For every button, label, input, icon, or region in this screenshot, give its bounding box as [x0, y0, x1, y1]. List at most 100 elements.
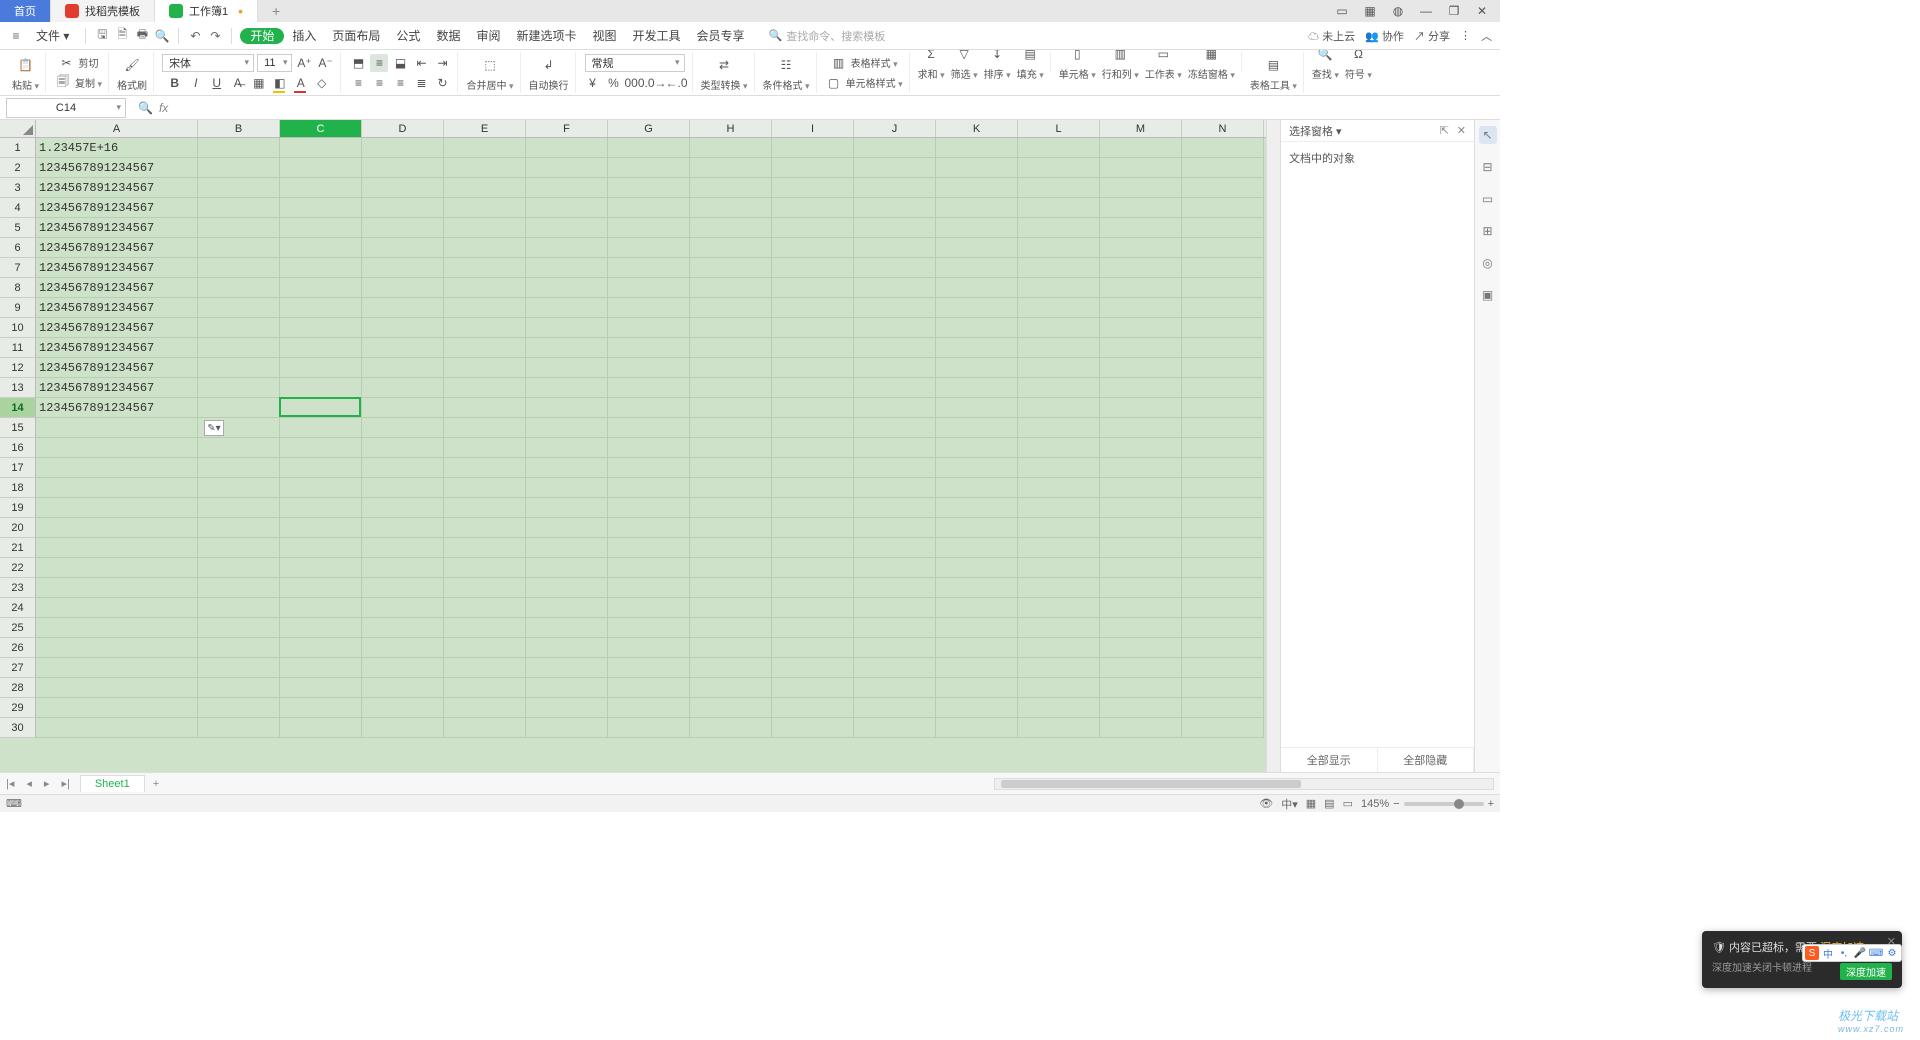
cell-A10[interactable]: 1234567891234567: [36, 318, 198, 338]
cell-G30[interactable]: [608, 718, 690, 738]
menu-file[interactable]: 文件 ▾: [28, 27, 77, 44]
view-page-icon[interactable]: ▤: [1324, 797, 1334, 810]
cell-G2[interactable]: [608, 158, 690, 178]
sheet-nav-first[interactable]: |◂: [0, 777, 20, 790]
cell-G13[interactable]: [608, 378, 690, 398]
cell-D4[interactable]: [362, 198, 444, 218]
hscroll-thumb[interactable]: [1001, 780, 1301, 788]
cell-G27[interactable]: [608, 658, 690, 678]
cell-M26[interactable]: [1100, 638, 1182, 658]
cell-C19[interactable]: [280, 498, 362, 518]
cell-L19[interactable]: [1018, 498, 1100, 518]
sum-button[interactable]: Σ求和: [918, 50, 945, 81]
cell-L10[interactable]: [1018, 318, 1100, 338]
col-header-M[interactable]: M: [1100, 120, 1182, 137]
col-header-D[interactable]: D: [362, 120, 444, 137]
cell-H11[interactable]: [690, 338, 772, 358]
cell-F30[interactable]: [526, 718, 608, 738]
cell-M13[interactable]: [1100, 378, 1182, 398]
cell-J2[interactable]: [854, 158, 936, 178]
row-header-24[interactable]: 24: [0, 598, 36, 618]
hide-all-button[interactable]: 全部隐藏: [1378, 748, 1475, 772]
cell-K19[interactable]: [936, 498, 1018, 518]
cell-F17[interactable]: [526, 458, 608, 478]
cell-L17[interactable]: [1018, 458, 1100, 478]
cell-G3[interactable]: [608, 178, 690, 198]
cell-B5[interactable]: [198, 218, 280, 238]
add-sheet-button[interactable]: +: [145, 778, 167, 790]
number-format-select[interactable]: 常规: [585, 54, 685, 72]
cell-G11[interactable]: [608, 338, 690, 358]
cell-J19[interactable]: [854, 498, 936, 518]
cell-F23[interactable]: [526, 578, 608, 598]
row-header-7[interactable]: 7: [0, 258, 36, 278]
cell-J24[interactable]: [854, 598, 936, 618]
cell-I22[interactable]: [772, 558, 854, 578]
cell-B16[interactable]: [198, 438, 280, 458]
cell-B30[interactable]: [198, 718, 280, 738]
cell-I8[interactable]: [772, 278, 854, 298]
cell-F22[interactable]: [526, 558, 608, 578]
cell-N25[interactable]: [1182, 618, 1264, 638]
cell-D14[interactable]: [362, 398, 444, 418]
formula-input[interactable]: [174, 98, 1500, 118]
align-mid-icon[interactable]: ≡: [370, 54, 388, 72]
sheet-nav-next[interactable]: ▸: [38, 777, 56, 790]
col-header-F[interactable]: F: [526, 120, 608, 137]
cell-B13[interactable]: [198, 378, 280, 398]
cell-F19[interactable]: [526, 498, 608, 518]
cell-H15[interactable]: [690, 418, 772, 438]
cell-G25[interactable]: [608, 618, 690, 638]
cell-L2[interactable]: [1018, 158, 1100, 178]
rail-icon-4[interactable]: ⊞: [1479, 222, 1497, 240]
menu-tab-3[interactable]: 公式: [388, 29, 428, 43]
cell-N1[interactable]: [1182, 138, 1264, 158]
cell-H30[interactable]: [690, 718, 772, 738]
fontsize-dec-icon[interactable]: A⁻: [316, 54, 334, 72]
cell-B19[interactable]: [198, 498, 280, 518]
cell-B11[interactable]: [198, 338, 280, 358]
cell-J1[interactable]: [854, 138, 936, 158]
cell-A29[interactable]: [36, 698, 198, 718]
fontsize-inc-icon[interactable]: A⁺: [295, 54, 313, 72]
share-button[interactable]: ↗ 分享: [1414, 28, 1450, 44]
cell-A22[interactable]: [36, 558, 198, 578]
col-header-N[interactable]: N: [1182, 120, 1264, 137]
cell-C28[interactable]: [280, 678, 362, 698]
cell-K14[interactable]: [936, 398, 1018, 418]
fill-button[interactable]: ▤填充: [1017, 50, 1044, 81]
cell-F14[interactable]: [526, 398, 608, 418]
thousands-icon[interactable]: 000: [626, 74, 644, 92]
cell-I25[interactable]: [772, 618, 854, 638]
cell-G16[interactable]: [608, 438, 690, 458]
cell-D2[interactable]: [362, 158, 444, 178]
cell-I4[interactable]: [772, 198, 854, 218]
cell-D22[interactable]: [362, 558, 444, 578]
menu-tab-7[interactable]: 视图: [584, 29, 624, 43]
cell-E2[interactable]: [444, 158, 526, 178]
cell-L7[interactable]: [1018, 258, 1100, 278]
cell-N2[interactable]: [1182, 158, 1264, 178]
cell-A14[interactable]: 1234567891234567: [36, 398, 198, 418]
cell-B3[interactable]: [198, 178, 280, 198]
maximize-button[interactable]: ❐: [1446, 4, 1462, 18]
cell-M8[interactable]: [1100, 278, 1182, 298]
cell-J16[interactable]: [854, 438, 936, 458]
cell-L26[interactable]: [1018, 638, 1100, 658]
cell-M19[interactable]: [1100, 498, 1182, 518]
cell-J7[interactable]: [854, 258, 936, 278]
view-break-icon[interactable]: ▭: [1343, 797, 1353, 810]
cell-N26[interactable]: [1182, 638, 1264, 658]
cell-C10[interactable]: [280, 318, 362, 338]
cell-D6[interactable]: [362, 238, 444, 258]
cell-L30[interactable]: [1018, 718, 1100, 738]
cell-G19[interactable]: [608, 498, 690, 518]
cell-G7[interactable]: [608, 258, 690, 278]
cell-N29[interactable]: [1182, 698, 1264, 718]
cell-H9[interactable]: [690, 298, 772, 318]
cell-K26[interactable]: [936, 638, 1018, 658]
cell-D30[interactable]: [362, 718, 444, 738]
cancel-fx-icon[interactable]: 🔍: [138, 101, 153, 115]
paste-options-tag[interactable]: ✎▾: [204, 420, 224, 436]
cell-A11[interactable]: 1234567891234567: [36, 338, 198, 358]
